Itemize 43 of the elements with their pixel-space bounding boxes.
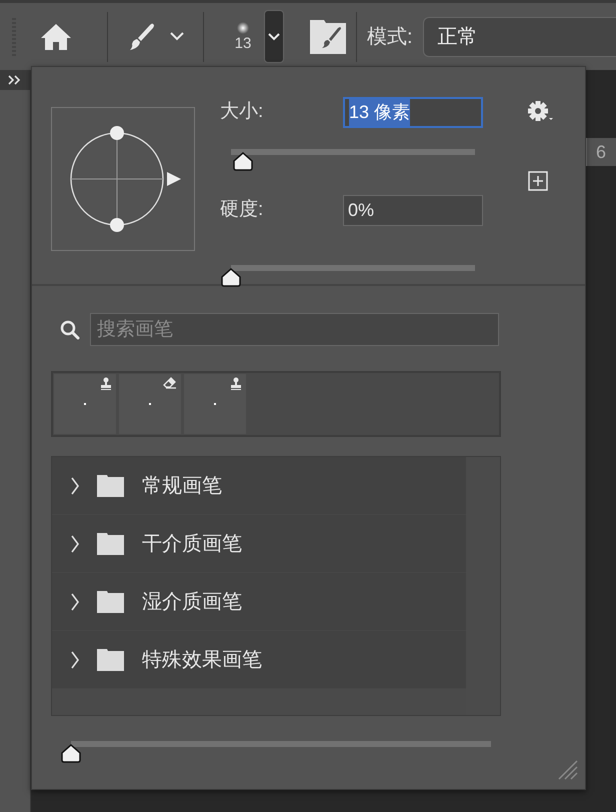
- chevron-right-icon[interactable]: [70, 650, 80, 668]
- eraser-icon: [163, 377, 177, 389]
- slider-thumb[interactable]: [60, 743, 82, 763]
- folder-icon: [96, 648, 125, 672]
- chevron-right-icon[interactable]: [70, 534, 80, 552]
- folder-icon: [96, 590, 125, 614]
- chevron-down-icon: [268, 32, 280, 40]
- search-field[interactable]: 搜索画笔: [90, 313, 499, 346]
- brush-folder-icon[interactable]: [310, 20, 346, 54]
- brush-angle-preview[interactable]: [51, 107, 195, 251]
- collapse-icon[interactable]: [8, 75, 22, 85]
- slider-thumb[interactable]: [232, 151, 254, 171]
- folder-name: 特殊效果画笔: [142, 648, 262, 672]
- resize-grip-icon[interactable]: [557, 759, 579, 781]
- settings-icon[interactable]: [528, 101, 554, 123]
- folder-name: 湿介质画笔: [142, 590, 242, 614]
- folder-name: 常规画笔: [142, 474, 222, 498]
- mode-dropdown[interactable]: 正常: [422, 16, 616, 56]
- chevron-right-icon[interactable]: [70, 476, 80, 494]
- brush-picker-button[interactable]: [264, 10, 284, 63]
- chevron-down-icon[interactable]: [170, 32, 184, 41]
- ruler-label: 6: [596, 140, 606, 164]
- brush-size-label: 13: [234, 36, 252, 51]
- folder-name: 干介质画笔: [142, 532, 242, 556]
- brush-folder-row[interactable]: 湿介质画笔: [52, 573, 466, 631]
- search-icon: [60, 320, 80, 340]
- brush-folder-row[interactable]: 特殊效果画笔: [52, 631, 466, 689]
- stamp-icon: [100, 377, 112, 390]
- slider-thumb[interactable]: [220, 267, 242, 287]
- new-preset-icon[interactable]: [528, 171, 548, 191]
- home-icon[interactable]: [40, 22, 72, 50]
- size-label: 大小:: [220, 100, 264, 124]
- chevron-right-icon[interactable]: [70, 592, 80, 610]
- mode-label: 模式:: [367, 24, 413, 50]
- brush-folder-row[interactable]: 常规画笔: [52, 457, 466, 515]
- folder-icon: [96, 474, 125, 498]
- brush-tip-icon: [237, 22, 249, 34]
- hardness-label: 硬度:: [220, 198, 264, 222]
- value-field[interactable]: 0%: [343, 195, 483, 226]
- folder-icon: [96, 532, 125, 556]
- stamp-icon: [230, 377, 242, 390]
- value-field[interactable]: 13 像素: [343, 97, 483, 128]
- brush-folder-row[interactable]: 干介质画笔: [52, 515, 466, 573]
